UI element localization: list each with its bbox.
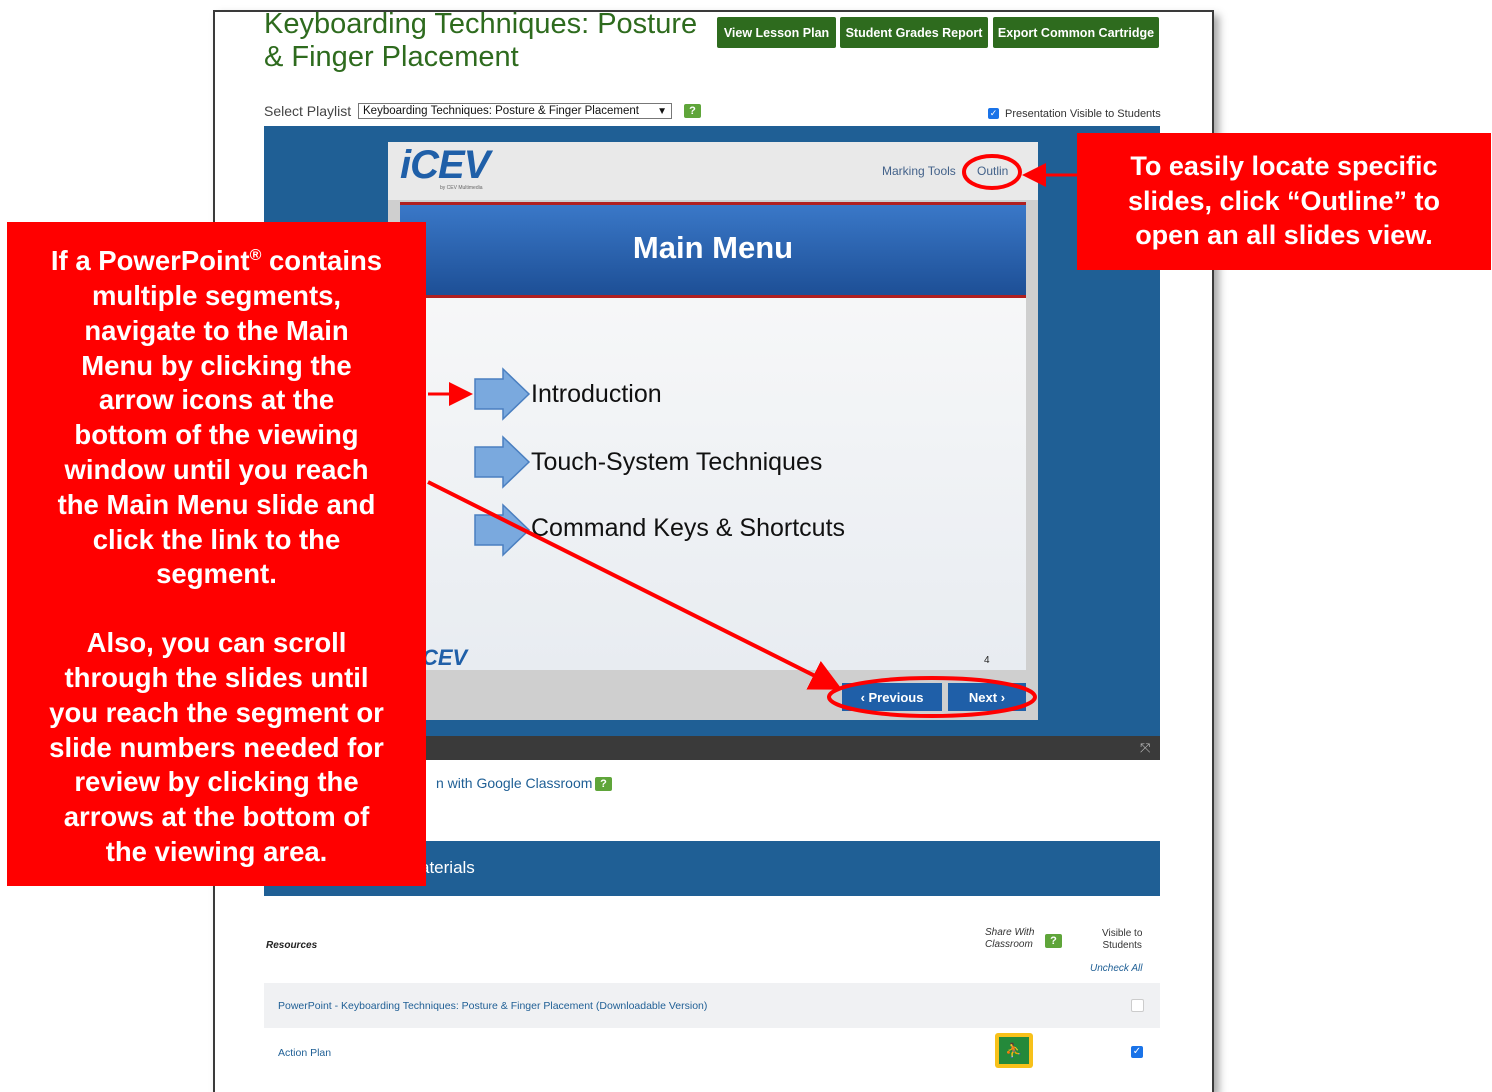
share-help-icon[interactable]: ? — [1045, 934, 1062, 948]
previous-button[interactable]: ‹ Previous — [842, 683, 942, 711]
logo-subtitle: by CEV Multimedia — [440, 185, 483, 191]
uncheck-all-link[interactable]: Uncheck All — [1090, 963, 1142, 974]
resources-label: Resources — [266, 940, 318, 951]
visible-checkbox[interactable] — [1131, 999, 1144, 1012]
help-icon[interactable]: ? — [684, 104, 701, 118]
slide-title: Main Menu — [632, 230, 794, 265]
google-classroom-link[interactable]: n with Google Classroom — [436, 775, 592, 791]
icev-logo: iCEV — [400, 143, 490, 187]
outline-callout: To easily locate specific slides, click … — [1077, 133, 1491, 270]
menu-item-touch-system[interactable]: Touch-System Techniques — [531, 448, 822, 477]
resource-link[interactable]: PowerPoint - Keyboarding Techniques: Pos… — [278, 1000, 707, 1012]
presentation-visible-checkbox[interactable]: ✓ — [988, 108, 999, 119]
visible-checkbox[interactable]: ✓ — [1131, 1046, 1143, 1058]
chevron-down-icon: ▼ — [657, 105, 667, 117]
playlist-label: Select Playlist — [264, 103, 352, 119]
marking-tools-link[interactable]: Marking Tools — [882, 164, 956, 178]
materials-title: aterials — [420, 858, 475, 877]
presentation-visible-label: Presentation Visible to Students — [1005, 108, 1161, 120]
visible-to-students-label: Visible to Students — [1102, 928, 1143, 951]
view-lesson-plan-button[interactable]: View Lesson Plan — [717, 17, 836, 48]
slide-content: Main Menu — [400, 202, 1026, 670]
menu-item-introduction[interactable]: Introduction — [531, 380, 662, 409]
slide-number: 4 — [984, 655, 990, 666]
fullscreen-icon[interactable]: ⤧ — [1140, 740, 1150, 756]
playlist-selected-value: Keyboarding Techniques: Posture & Finger… — [363, 105, 639, 117]
slide-footer-logo: CEV — [422, 645, 468, 670]
page-title: Keyboarding Techniques: Posture & Finger… — [264, 8, 698, 73]
chevron-right-icon: › — [997, 689, 1006, 705]
navigation-callout: If a PowerPoint® contains multiple segme… — [7, 222, 426, 886]
student-grades-report-button[interactable]: Student Grades Report — [840, 17, 988, 48]
resource-link[interactable]: Action Plan — [278, 1047, 331, 1059]
classroom-people-icon: ⛹ — [999, 1037, 1029, 1064]
playlist-select[interactable]: Keyboarding Techniques: Posture & Finger… — [358, 103, 672, 119]
google-classroom-icon[interactable]: ⛹ — [995, 1033, 1033, 1068]
share-with-classroom-label: Share With Classroom — [985, 927, 1035, 950]
export-common-cartridge-button[interactable]: Export Common Cartridge — [993, 17, 1159, 48]
chevron-left-icon: ‹ — [860, 689, 869, 705]
menu-item-command-keys[interactable]: Command Keys & Shortcuts — [531, 514, 845, 543]
next-button[interactable]: Next › — [948, 683, 1026, 711]
classroom-help-icon[interactable]: ? — [595, 777, 612, 791]
outline-link[interactable]: Outlin — [977, 164, 1008, 178]
